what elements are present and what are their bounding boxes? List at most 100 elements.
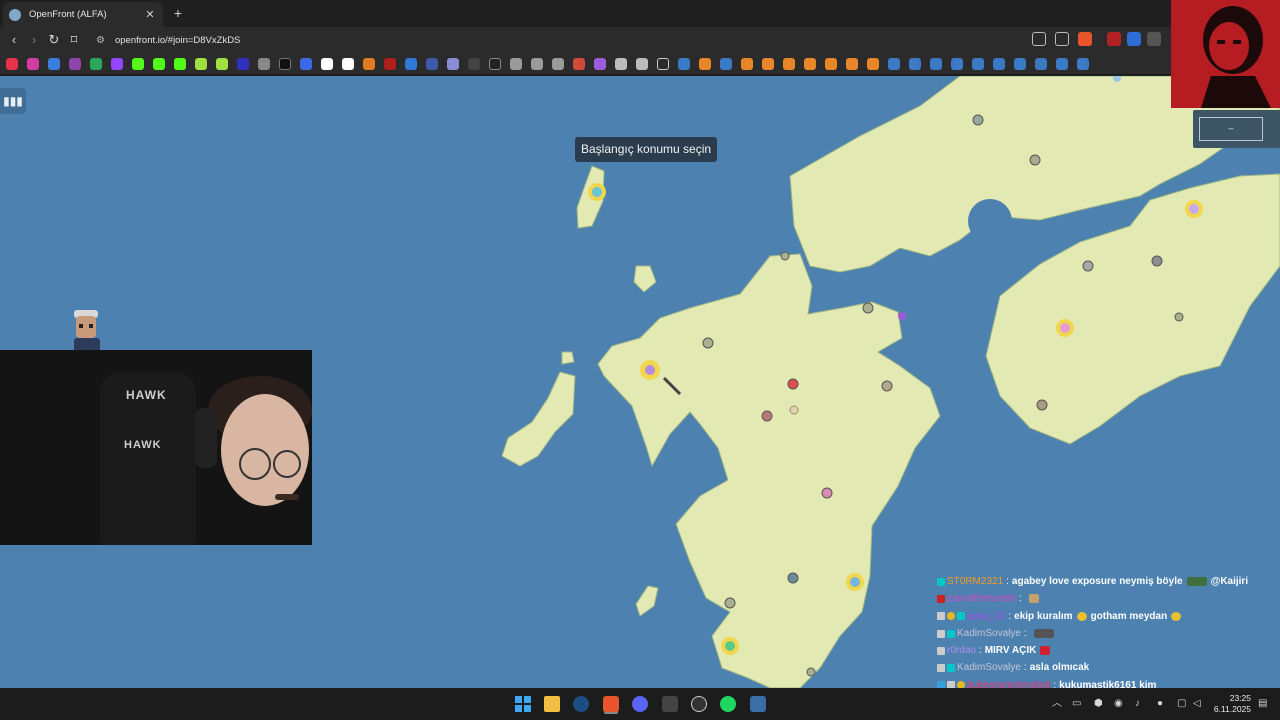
bookmark-icon[interactable] — [363, 57, 375, 70]
x-icon[interactable] — [279, 57, 291, 70]
steam-icon[interactable] — [720, 57, 732, 70]
steam-icon[interactable] — [993, 57, 1005, 70]
steam-icon[interactable] — [909, 57, 921, 70]
main-island[interactable] — [597, 253, 941, 688]
bookmark-icon[interactable] — [300, 57, 312, 70]
new-tab-button[interactable]: + — [170, 5, 186, 21]
island-dot[interactable] — [561, 351, 575, 365]
city-marker[interactable] — [1029, 154, 1041, 166]
island-small-sw[interactable] — [635, 585, 659, 617]
tray-app-icon[interactable]: ⬢ — [1094, 698, 1103, 710]
bookmark-icon[interactable] — [573, 57, 585, 70]
steam-icon[interactable] — [1014, 57, 1026, 70]
bookmark-icon[interactable] — [489, 57, 501, 70]
tray-overflow-icon[interactable]: ︿ — [1052, 698, 1062, 710]
leaderboard-toggle-button[interactable]: ▮▮▮ — [0, 88, 26, 114]
kick-icon[interactable] — [153, 57, 165, 70]
bookmark-icon[interactable] — [783, 57, 795, 70]
back-icon[interactable]: ‹ — [6, 32, 22, 48]
bookmark-icon[interactable] — [384, 57, 396, 70]
city-marker[interactable] — [789, 405, 799, 415]
steam-icon[interactable] — [1056, 57, 1068, 70]
bookmark-icon[interactable] — [867, 57, 879, 70]
volume-icon[interactable]: ♪ — [1135, 698, 1140, 710]
bookmark-icon[interactable] — [258, 57, 270, 70]
browser-tab[interactable]: OpenFront (ALFA) ✕ — [3, 2, 163, 27]
extension-icon[interactable] — [1147, 32, 1161, 46]
steam-icon[interactable] — [888, 57, 900, 70]
city-marker[interactable] — [780, 251, 790, 261]
city-marker[interactable] — [821, 487, 833, 499]
steam-icon[interactable] — [573, 696, 589, 712]
city-marker[interactable] — [850, 577, 860, 587]
city-marker[interactable] — [787, 378, 799, 390]
steam-icon[interactable] — [972, 57, 984, 70]
windows-start-icon[interactable] — [515, 696, 531, 712]
bookmark-icon[interactable] — [762, 57, 774, 70]
ublock-icon[interactable] — [1107, 32, 1121, 46]
island-small[interactable] — [633, 265, 657, 293]
bookmark-icon[interactable] — [405, 57, 417, 70]
bookmark-icon[interactable] — [510, 57, 522, 70]
battery-icon[interactable]: ▭ — [1072, 698, 1081, 710]
city-marker[interactable] — [702, 337, 714, 349]
city-marker[interactable] — [898, 312, 906, 320]
cast-icon[interactable] — [1032, 32, 1046, 46]
bookmark-icon[interactable] — [237, 57, 249, 70]
amazon-icon[interactable] — [342, 57, 354, 70]
speaker-icon[interactable]: ◁ — [1193, 698, 1201, 710]
bookmark-icon[interactable] — [426, 57, 438, 70]
steam-icon[interactable] — [678, 57, 690, 70]
city-marker[interactable] — [881, 380, 893, 392]
steam-icon[interactable] — [1077, 57, 1089, 70]
bookmark-icon[interactable] — [195, 57, 207, 70]
extension-icon[interactable] — [1127, 32, 1141, 46]
city-marker[interactable] — [724, 597, 736, 609]
kick-icon[interactable] — [132, 57, 144, 70]
bookmark-icon[interactable] — [69, 57, 81, 70]
folder-icon[interactable] — [657, 57, 669, 70]
game-info-panel[interactable]: – — [1193, 110, 1280, 148]
close-tab-icon[interactable]: ✕ — [143, 8, 157, 21]
forward-icon[interactable]: › — [26, 32, 42, 48]
city-marker[interactable] — [592, 187, 602, 197]
city-marker[interactable] — [1189, 204, 1199, 214]
city-marker[interactable] — [1036, 399, 1048, 411]
bookmark-icon[interactable]: ⌑ — [66, 32, 82, 48]
brave-browser-icon[interactable] — [603, 696, 619, 712]
steam-tray-icon[interactable]: ◉ — [1114, 698, 1123, 710]
steam-icon[interactable] — [930, 57, 942, 70]
bookmark-icon[interactable] — [825, 57, 837, 70]
city-marker[interactable] — [972, 114, 984, 126]
bookmark-icon[interactable] — [615, 57, 627, 70]
city-marker[interactable] — [645, 365, 655, 375]
reload-icon[interactable]: ↻ — [46, 32, 62, 48]
microphone-icon[interactable]: ● — [1157, 698, 1163, 710]
bookmark-icon[interactable] — [447, 57, 459, 70]
site-settings-icon[interactable]: ⚙ — [96, 35, 105, 46]
spotify-icon[interactable] — [720, 696, 736, 712]
city-marker[interactable] — [1151, 255, 1163, 267]
app-icon[interactable] — [750, 696, 766, 712]
bookmark-icon[interactable] — [594, 57, 606, 70]
city-marker[interactable] — [761, 410, 773, 422]
city-marker[interactable] — [806, 667, 816, 677]
city-marker[interactable] — [862, 302, 874, 314]
bookmark-icon[interactable] — [552, 57, 564, 70]
app-icon[interactable] — [662, 696, 678, 712]
city-marker[interactable] — [725, 641, 735, 651]
city-marker[interactable] — [1082, 260, 1094, 272]
bookmark-icon[interactable] — [321, 57, 333, 70]
bookmark-icon[interactable] — [846, 57, 858, 70]
instagram-icon[interactable] — [27, 57, 39, 70]
bookmark-icon[interactable] — [804, 57, 816, 70]
bookmark-icon[interactable] — [699, 57, 711, 70]
steam-icon[interactable] — [951, 57, 963, 70]
city-marker[interactable] — [1174, 312, 1184, 322]
city-marker[interactable] — [1060, 323, 1070, 333]
bookmark-icon[interactable] — [741, 57, 753, 70]
share-icon[interactable] — [1055, 32, 1069, 46]
translate-icon[interactable] — [48, 57, 60, 70]
network-icon[interactable]: ▢ — [1177, 698, 1186, 710]
obs-icon[interactable] — [691, 696, 707, 712]
